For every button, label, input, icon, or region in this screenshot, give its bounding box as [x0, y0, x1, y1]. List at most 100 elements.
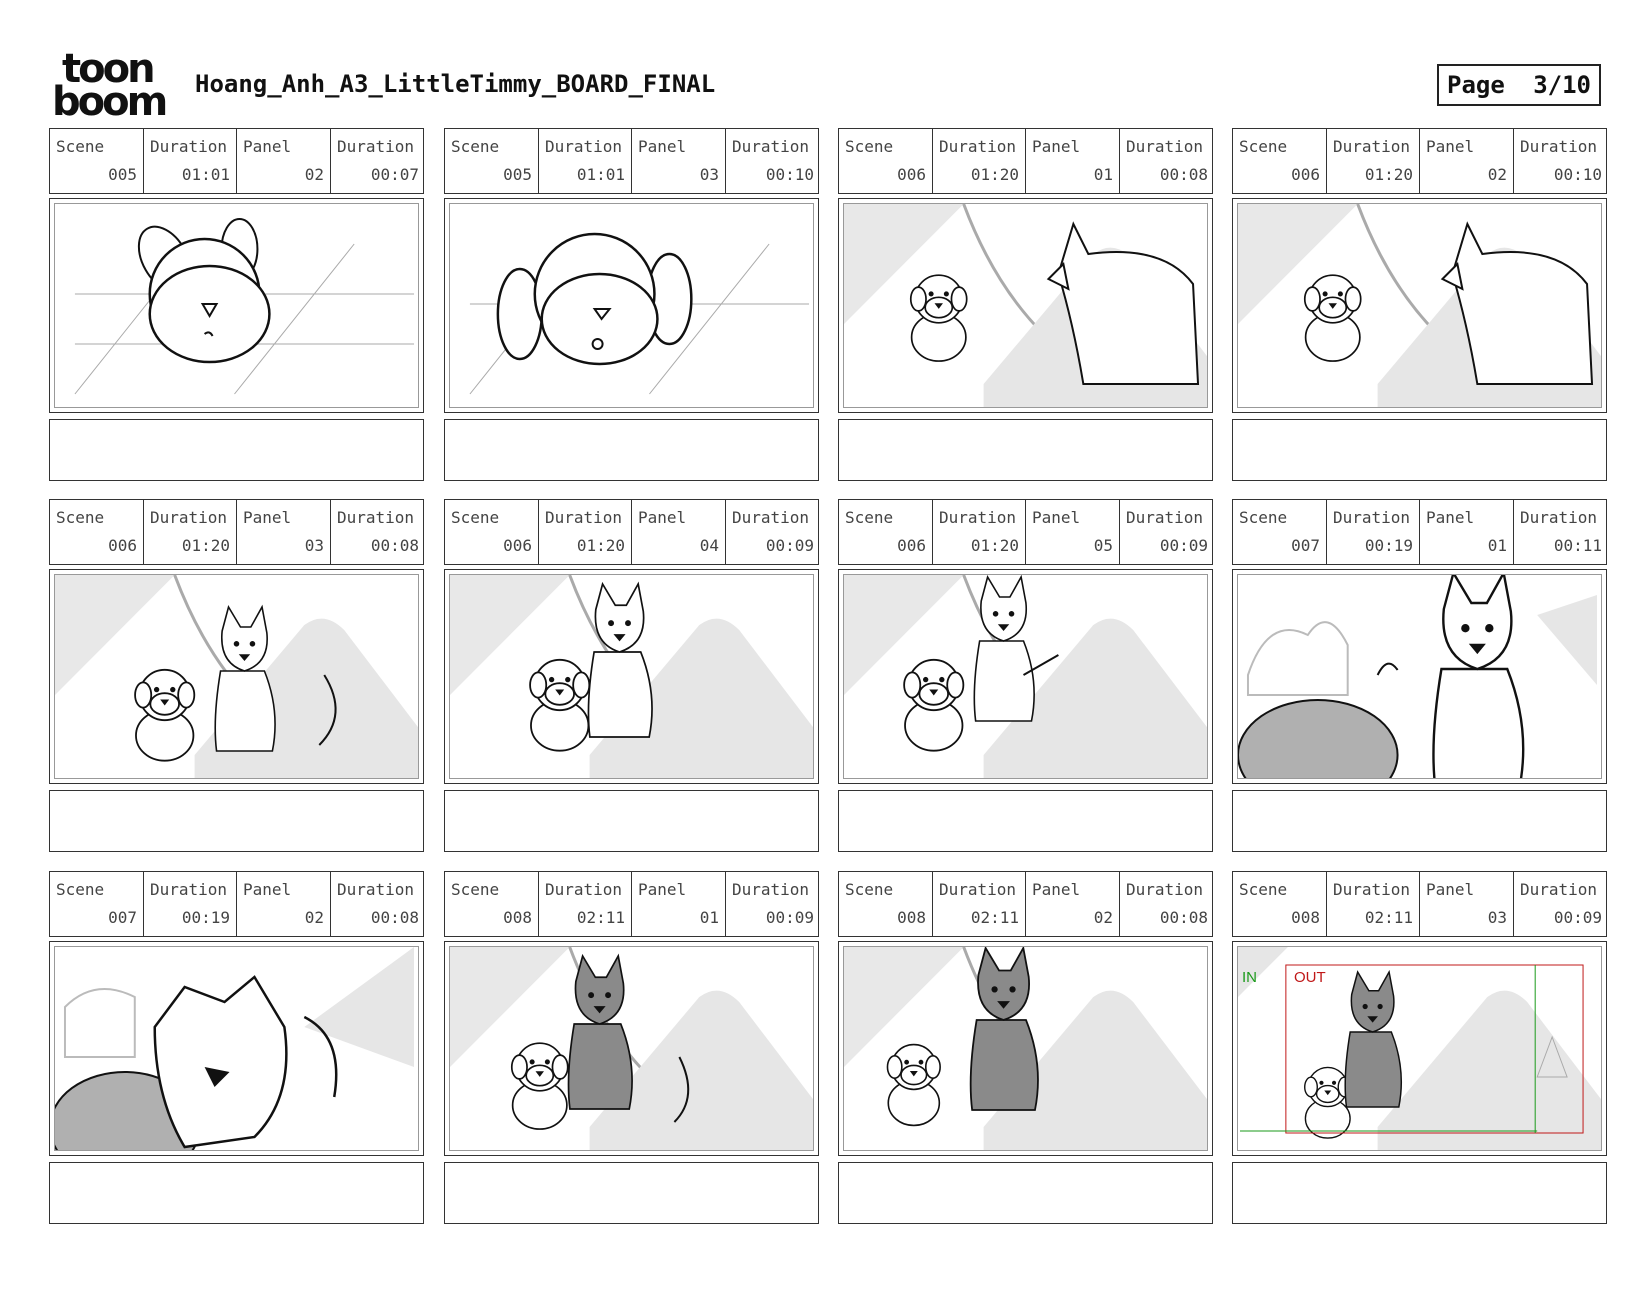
panel-info-bar: Scene 006 Duration 01:20 Panel 03 Durati…: [49, 499, 424, 565]
scene-duration-cell: Duration 02:11: [539, 872, 632, 936]
scene-duration: 02:11: [1364, 908, 1413, 927]
panel-image-frame[interactable]: [444, 569, 819, 784]
panel-duration: 00:09: [1553, 908, 1602, 927]
panel-image-frame[interactable]: [49, 198, 424, 413]
panel-cell: Panel 02: [237, 129, 331, 193]
panel-notes-box[interactable]: [444, 419, 819, 481]
panel-label: Panel: [243, 137, 292, 156]
panel-notes-box[interactable]: [444, 790, 819, 852]
panel-duration-cell: Duration 00:08: [331, 500, 425, 564]
duration-label: Duration: [545, 880, 623, 899]
scene-cell: Scene 008: [839, 872, 933, 936]
panel-duration-cell: Duration 00:09: [726, 500, 820, 564]
panel-duration: 00:09: [1159, 536, 1208, 555]
scene-label: Scene: [845, 508, 894, 527]
duration-label: Duration: [732, 137, 810, 156]
panel-duration: 00:10: [765, 165, 814, 184]
scene-number: 006: [897, 536, 926, 555]
scene-number: 006: [897, 165, 926, 184]
panel-duration-cell: Duration 00:09: [1120, 500, 1214, 564]
panel-notes-box[interactable]: [444, 1162, 819, 1224]
scene-duration-cell: Duration 01:20: [1327, 129, 1420, 193]
panel-info-bar: Scene 005 Duration 01:01 Panel 03 Durati…: [444, 128, 819, 194]
panel-image-frame[interactable]: [1232, 569, 1607, 784]
panel-label: Panel: [638, 880, 687, 899]
panel-label: Panel: [638, 137, 687, 156]
panel-number: 02: [304, 165, 324, 184]
scene-label: Scene: [56, 880, 105, 899]
panel-duration: 00:08: [370, 908, 419, 927]
duration-label: Duration: [732, 508, 810, 527]
scene-duration-cell: Duration 00:19: [1327, 500, 1420, 564]
panel-notes-box[interactable]: [49, 419, 424, 481]
duration-label: Duration: [939, 880, 1017, 899]
panel-image-frame[interactable]: [49, 569, 424, 784]
panel-label: Panel: [243, 508, 292, 527]
panel-info-bar: Scene 007 Duration 00:19 Panel 02 Durati…: [49, 871, 424, 937]
panel-info-bar: Scene 008 Duration 02:11 Panel 02 Durati…: [838, 871, 1213, 937]
panel-info-bar: Scene 008 Duration 02:11 Panel 03 Durati…: [1232, 871, 1607, 937]
panel-cell: Panel 04: [632, 500, 726, 564]
duration-label: Duration: [150, 880, 228, 899]
panel-notes-box[interactable]: [838, 1162, 1213, 1224]
panel-number: 03: [699, 165, 719, 184]
panel-label: Panel: [1426, 508, 1475, 527]
panel-notes-box[interactable]: [49, 1162, 424, 1224]
duration-label: Duration: [1520, 508, 1598, 527]
scene-label: Scene: [845, 880, 894, 899]
panel-duration-cell: Duration 00:08: [1120, 872, 1214, 936]
panel-sketch: [54, 203, 419, 408]
duration-label: Duration: [337, 137, 415, 156]
panel-notes-box[interactable]: [838, 790, 1213, 852]
panel-cell: Panel 01: [1420, 500, 1514, 564]
panel-duration: 00:11: [1553, 536, 1602, 555]
panel-notes-box[interactable]: [1232, 790, 1607, 852]
panel-info-bar: Scene 006 Duration 01:20 Panel 04 Durati…: [444, 499, 819, 565]
panel-cell: Panel 01: [632, 872, 726, 936]
panel-image-frame[interactable]: IN OUT: [1232, 941, 1607, 1156]
page-label: Page: [1447, 71, 1505, 99]
duration-label: Duration: [1126, 880, 1204, 899]
scene-duration-cell: Duration 01:01: [144, 129, 237, 193]
panel-notes-box[interactable]: [1232, 1162, 1607, 1224]
panel-notes-box[interactable]: [1232, 419, 1607, 481]
panel-number: 01: [1093, 165, 1113, 184]
panel-image-frame[interactable]: [838, 569, 1213, 784]
panel-image-frame[interactable]: [1232, 198, 1607, 413]
panel-notes-box[interactable]: [838, 419, 1213, 481]
panel-cell: Panel 02: [237, 872, 331, 936]
panel-image-frame[interactable]: [444, 941, 819, 1156]
panel-info-bar: Scene 006 Duration 01:20 Panel 02 Durati…: [1232, 128, 1607, 194]
scene-duration-cell: Duration 02:11: [1327, 872, 1420, 936]
panel-notes-box[interactable]: [49, 790, 424, 852]
scene-cell: Scene 007: [50, 872, 144, 936]
panel-image-frame[interactable]: [838, 198, 1213, 413]
page-indicator: Page 3/10: [1437, 64, 1601, 106]
panel-image-frame[interactable]: [838, 941, 1213, 1156]
scene-cell: Scene 007: [1233, 500, 1327, 564]
panel-duration-cell: Duration 00:07: [331, 129, 425, 193]
panel-number: 02: [304, 908, 324, 927]
panel-number: 01: [699, 908, 719, 927]
panel-sketch: [449, 946, 814, 1151]
panel-sketch: [449, 574, 814, 779]
scene-duration: 00:19: [1364, 536, 1413, 555]
scene-duration-cell: Duration 00:19: [144, 872, 237, 936]
panel-info-bar: Scene 006 Duration 01:20 Panel 05 Durati…: [838, 499, 1213, 565]
panel-cell: Panel 03: [1420, 872, 1514, 936]
panel-duration: 00:08: [1159, 908, 1208, 927]
panel-duration-cell: Duration 00:08: [331, 872, 425, 936]
duration-label: Duration: [150, 508, 228, 527]
scene-duration: 00:19: [181, 908, 230, 927]
panel-image-frame[interactable]: [49, 941, 424, 1156]
panel-duration-cell: Duration 00:10: [726, 129, 820, 193]
scene-duration-cell: Duration 01:20: [933, 129, 1026, 193]
panel-image-frame[interactable]: [444, 198, 819, 413]
scene-duration-cell: Duration 01:01: [539, 129, 632, 193]
scene-number: 006: [1291, 165, 1320, 184]
scene-duration: 01:20: [181, 536, 230, 555]
duration-label: Duration: [1333, 508, 1411, 527]
scene-duration: 02:11: [970, 908, 1019, 927]
scene-label: Scene: [1239, 508, 1288, 527]
panel-label: Panel: [638, 508, 687, 527]
